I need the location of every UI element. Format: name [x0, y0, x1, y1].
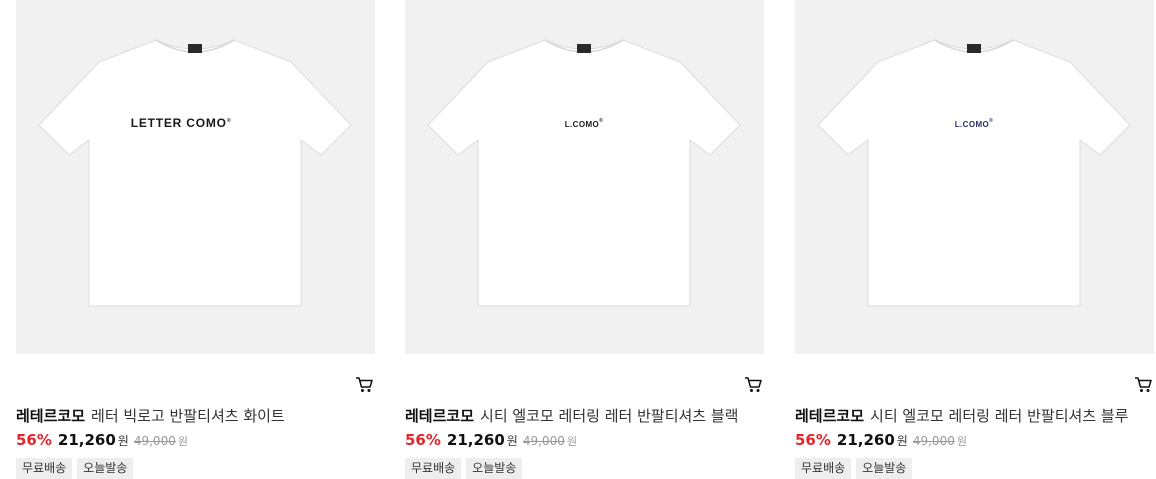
tshirt-illustration: L.COMO® — [427, 39, 741, 307]
currency-unit: 원 — [956, 435, 967, 448]
brand-name[interactable]: 레테르코모 — [795, 407, 864, 425]
product-name[interactable]: 시티 엘코모 레터링 레터 반팔티셔츠 블랙 — [480, 407, 738, 425]
product-card[interactable]: L.COMO® 레테르코모 시티 엘코모 레터링 레터 반팔티셔츠 블랙 56% 2… — [405, 0, 764, 479]
currency-unit: 원 — [566, 435, 577, 448]
tshirt-illustration: LETTER COMO® — [38, 39, 352, 307]
sale-price: 21,260 — [446, 431, 505, 449]
currency-unit: 원 — [506, 434, 518, 448]
discount-rate: 56% — [795, 431, 831, 449]
currency-unit: 원 — [117, 434, 129, 448]
cart-icon[interactable] — [1134, 376, 1152, 393]
original-price: 49,000 — [912, 434, 955, 448]
tag-free-shipping: 무료배송 — [795, 458, 852, 479]
product-image[interactable]: L.COMO® — [795, 0, 1154, 354]
shirt-print-text: LETTER COMO® — [131, 116, 232, 130]
currency-unit: 원 — [177, 435, 188, 448]
tag-free-shipping: 무료배송 — [405, 458, 462, 479]
brand-name[interactable]: 레테르코모 — [16, 407, 85, 425]
brand-name[interactable]: 레테르코모 — [405, 407, 474, 425]
tag-same-day-shipping: 오늘발송 — [77, 458, 134, 479]
price-info: 56% 21,260 원 49,000 원 — [795, 429, 967, 453]
sale-price: 21,260 — [836, 431, 895, 449]
price-info: 56% 21,260 원 49,000 원 — [16, 429, 188, 453]
tag-free-shipping: 무료배송 — [16, 458, 73, 479]
neck-label — [188, 44, 202, 53]
original-price: 49,000 — [522, 434, 565, 448]
product-title[interactable]: 레테르코모 시티 엘코모 레터링 레터 반팔티셔츠 블랙 — [405, 405, 764, 427]
original-price: 49,000 — [133, 434, 176, 448]
product-title[interactable]: 레테르코모 레터 빅로고 반팔티셔츠 화이트 — [16, 405, 375, 427]
tag-same-day-shipping: 오늘발송 — [856, 458, 913, 479]
neck-label — [577, 44, 591, 53]
product-card[interactable]: LETTER COMO® 레테르코모 레터 빅로고 반팔티셔츠 화이트 56% 21… — [16, 0, 375, 479]
product-card[interactable]: L.COMO® 레테르코모 시티 엘코모 레터링 레터 반팔티셔츠 블루 56% 2… — [795, 0, 1154, 479]
product-image[interactable]: L.COMO® — [405, 0, 764, 354]
currency-unit: 원 — [896, 434, 908, 448]
sale-price: 21,260 — [57, 431, 116, 449]
product-tags: 무료배송 오늘발송 — [405, 458, 523, 479]
discount-rate: 56% — [16, 431, 52, 449]
product-tags: 무료배송 오늘발송 — [16, 458, 134, 479]
product-tags: 무료배송 오늘발송 — [795, 458, 913, 479]
discount-rate: 56% — [405, 431, 441, 449]
cart-icon[interactable] — [744, 376, 762, 393]
neck-label — [967, 44, 981, 53]
tshirt-illustration: L.COMO® — [817, 39, 1131, 307]
product-title[interactable]: 레테르코모 시티 엘코모 레터링 레터 반팔티셔츠 블루 — [795, 405, 1154, 427]
product-name[interactable]: 시티 엘코모 레터링 레터 반팔티셔츠 블루 — [870, 407, 1128, 425]
product-image[interactable]: LETTER COMO® — [16, 0, 375, 354]
cart-icon[interactable] — [355, 376, 373, 393]
price-info: 56% 21,260 원 49,000 원 — [405, 429, 577, 453]
tag-same-day-shipping: 오늘발송 — [466, 458, 523, 479]
product-name[interactable]: 레터 빅로고 반팔티셔츠 화이트 — [91, 407, 285, 425]
